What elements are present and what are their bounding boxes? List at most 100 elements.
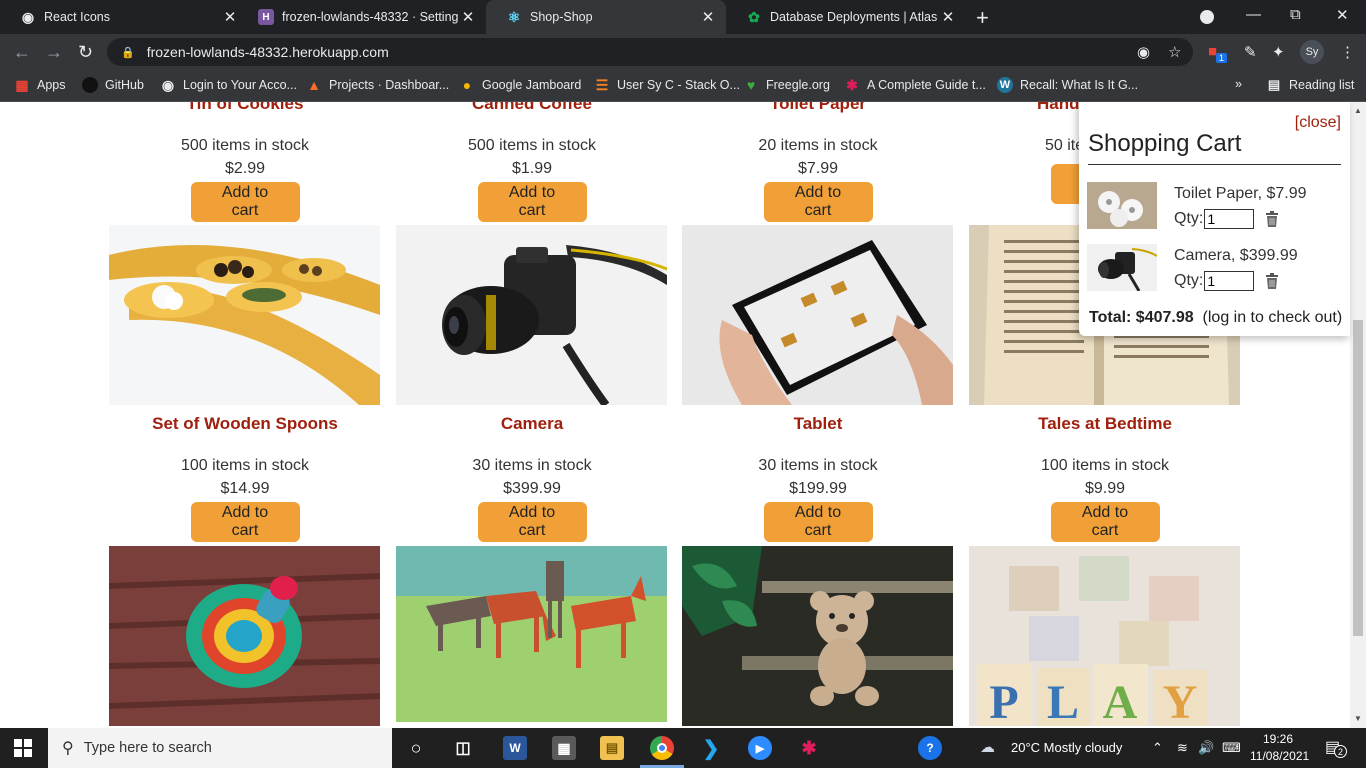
- add-to-cart-button[interactable]: Add to cart: [477, 502, 587, 542]
- avatar[interactable]: Sy: [1300, 40, 1324, 64]
- cortana-icon[interactable]: ○: [404, 736, 428, 760]
- qty-input[interactable]: [1204, 209, 1255, 229]
- camera-image[interactable]: [396, 225, 667, 405]
- freegle-icon: ♥: [746, 77, 756, 93]
- close-window-icon[interactable]: ✕: [1336, 6, 1349, 24]
- add-to-cart-button[interactable]: Add to cart: [190, 182, 300, 222]
- more-bookmarks-icon[interactable]: »: [1235, 77, 1242, 91]
- product-name[interactable]: Tales at Bedtime: [969, 414, 1241, 436]
- slack-taskbar-icon[interactable]: ✱: [797, 736, 821, 760]
- svg-text:P: P: [989, 676, 1018, 726]
- play-blocks-image[interactable]: P L A Y: [969, 546, 1240, 726]
- add-to-cart-button[interactable]: Add to cart: [1050, 502, 1160, 542]
- pen-icon[interactable]: ✎: [1244, 43, 1257, 61]
- address-bar[interactable]: 🔒 frozen-lowlands-48332.herokuapp.com: [107, 38, 1193, 66]
- trash-icon[interactable]: [1264, 272, 1280, 290]
- puzzle-icon[interactable]: ✦: [1272, 43, 1285, 61]
- clock-time[interactable]: 19:26: [1263, 732, 1293, 746]
- scroll-down-icon[interactable]: ▼: [1354, 714, 1362, 723]
- weather-text[interactable]: 20°C Mostly cloudy: [1011, 740, 1122, 755]
- notifications-icon[interactable]: ▤ 2: [1325, 737, 1347, 758]
- chrome-icon[interactable]: [650, 736, 674, 760]
- cart-item-name: Camera, $399.99: [1174, 247, 1298, 264]
- close-tab-icon[interactable]: ✕: [220, 8, 240, 26]
- cart-item: Camera, $399.99 Qty:: [1087, 244, 1347, 292]
- bookmark-apps[interactable]: ▦ Apps: [14, 77, 65, 93]
- product-card: Canned Coffee 500 items in stock $1.99 A…: [396, 102, 668, 222]
- tab-search-icon[interactable]: [1200, 10, 1214, 24]
- qty-input[interactable]: [1204, 271, 1255, 291]
- toy-horses-image[interactable]: [396, 546, 667, 722]
- tab-atlas[interactable]: ✿ Database Deployments | Atlas: M ✕: [726, 0, 966, 34]
- product-card: [396, 546, 668, 722]
- volume-icon[interactable]: 🔊: [1198, 740, 1214, 756]
- clock-date[interactable]: 11/08/2021: [1250, 749, 1309, 763]
- product-name[interactable]: Set of Wooden Spoons: [109, 414, 381, 436]
- calculator-icon[interactable]: ▦: [552, 736, 576, 760]
- page-scrollbar[interactable]: ▲ ▼: [1350, 102, 1366, 728]
- product-card: Tablet 30 items in stock $199.99 Add to …: [682, 225, 954, 542]
- reload-icon[interactable]: ↻: [78, 42, 93, 63]
- teddy-bear-image[interactable]: [682, 546, 953, 726]
- product-name[interactable]: Canned Coffee: [396, 102, 668, 116]
- bookmark-jamboard[interactable]: ● Google Jamboard: [459, 77, 582, 93]
- bookmark-projects[interactable]: ▲ Projects · Dashboar...: [306, 77, 449, 93]
- minimize-icon[interactable]: —: [1246, 6, 1261, 23]
- menu-dots-icon[interactable]: ⋮: [1340, 43, 1355, 61]
- bookmark-login[interactable]: ◉ Login to Your Acco...: [160, 77, 297, 93]
- trash-icon[interactable]: [1264, 210, 1280, 228]
- wifi-icon[interactable]: ≋: [1177, 740, 1188, 756]
- bookmark-label: A Complete Guide t...: [867, 78, 986, 92]
- add-to-cart-button[interactable]: Add to cart: [763, 182, 873, 222]
- task-view-icon[interactable]: ◫: [451, 736, 475, 760]
- bookmark-guide[interactable]: ✱ A Complete Guide t...: [844, 77, 986, 93]
- new-tab-icon[interactable]: +: [976, 5, 989, 31]
- product-name[interactable]: Toilet Paper: [682, 102, 954, 116]
- eye-off-icon[interactable]: ◉: [1137, 43, 1150, 61]
- keyboard-icon[interactable]: ⌨: [1222, 740, 1241, 756]
- tab-react-icons[interactable]: ◉ React Icons ✕: [0, 0, 248, 34]
- bookmark-recall[interactable]: W Recall: What Is It G...: [997, 77, 1138, 93]
- file-explorer-icon[interactable]: ▤: [600, 736, 624, 760]
- bookmark-stackoverflow[interactable]: ☰ User Sy C - Stack O...: [594, 77, 740, 93]
- add-to-cart-button[interactable]: Add to cart: [477, 182, 587, 222]
- product-stock: 100 items in stock: [180, 457, 310, 474]
- add-to-cart-button[interactable]: Add to cart: [763, 502, 873, 542]
- wordpress-icon: W: [997, 77, 1013, 93]
- scrollbar-thumb[interactable]: [1353, 320, 1363, 636]
- vscode-icon[interactable]: ❯: [699, 736, 723, 760]
- product-name[interactable]: Camera: [396, 414, 668, 436]
- extension-icon[interactable]: ■ 1: [1208, 43, 1228, 63]
- back-icon[interactable]: ←: [13, 42, 31, 63]
- product-name[interactable]: Tablet: [682, 414, 954, 436]
- windows-start-icon[interactable]: [14, 739, 32, 762]
- tablet-image[interactable]: [682, 225, 953, 405]
- bookmark-star-icon[interactable]: ☆: [1168, 43, 1181, 61]
- tab-heroku-settings[interactable]: H frozen-lowlands-48332 · Settings ✕: [238, 0, 486, 34]
- word-icon[interactable]: W: [503, 736, 527, 760]
- show-hidden-icons[interactable]: ⌃: [1152, 740, 1163, 756]
- checkout-note[interactable]: (log in to check out): [1203, 309, 1343, 326]
- scroll-up-icon[interactable]: ▲: [1354, 106, 1362, 115]
- cart-close-link[interactable]: [close]: [1295, 114, 1341, 132]
- globe-icon: ◉: [21, 8, 35, 25]
- tab-shop-shop[interactable]: ⚛ Shop-Shop ✕: [486, 0, 726, 34]
- product-card: [682, 546, 954, 726]
- close-tab-icon[interactable]: ✕: [698, 8, 718, 26]
- taskbar-search-box[interactable]: ⚲ Type here to search: [48, 728, 392, 768]
- bookmark-github[interactable]: GitHub: [82, 77, 144, 93]
- bookmark-freegle[interactable]: ♥ Freegle.org: [743, 77, 830, 93]
- wooden-spoons-image[interactable]: [109, 225, 380, 405]
- close-tab-icon[interactable]: ✕: [938, 8, 958, 26]
- zoom-icon[interactable]: ▶: [748, 736, 772, 760]
- help-icon[interactable]: ?: [918, 736, 942, 760]
- forward-icon[interactable]: →: [45, 42, 63, 63]
- add-to-cart-button[interactable]: Add to cart: [190, 502, 300, 542]
- restore-icon[interactable]: ⧉: [1290, 6, 1301, 23]
- product-name[interactable]: Tin of Cookies: [109, 102, 381, 116]
- reading-list-label: Reading list: [1289, 78, 1355, 92]
- close-tab-icon[interactable]: ✕: [458, 8, 478, 26]
- reading-list[interactable]: ▤ Reading list: [1266, 77, 1354, 93]
- globe-icon: ◉: [161, 76, 175, 93]
- spinning-top-image[interactable]: [109, 546, 380, 726]
